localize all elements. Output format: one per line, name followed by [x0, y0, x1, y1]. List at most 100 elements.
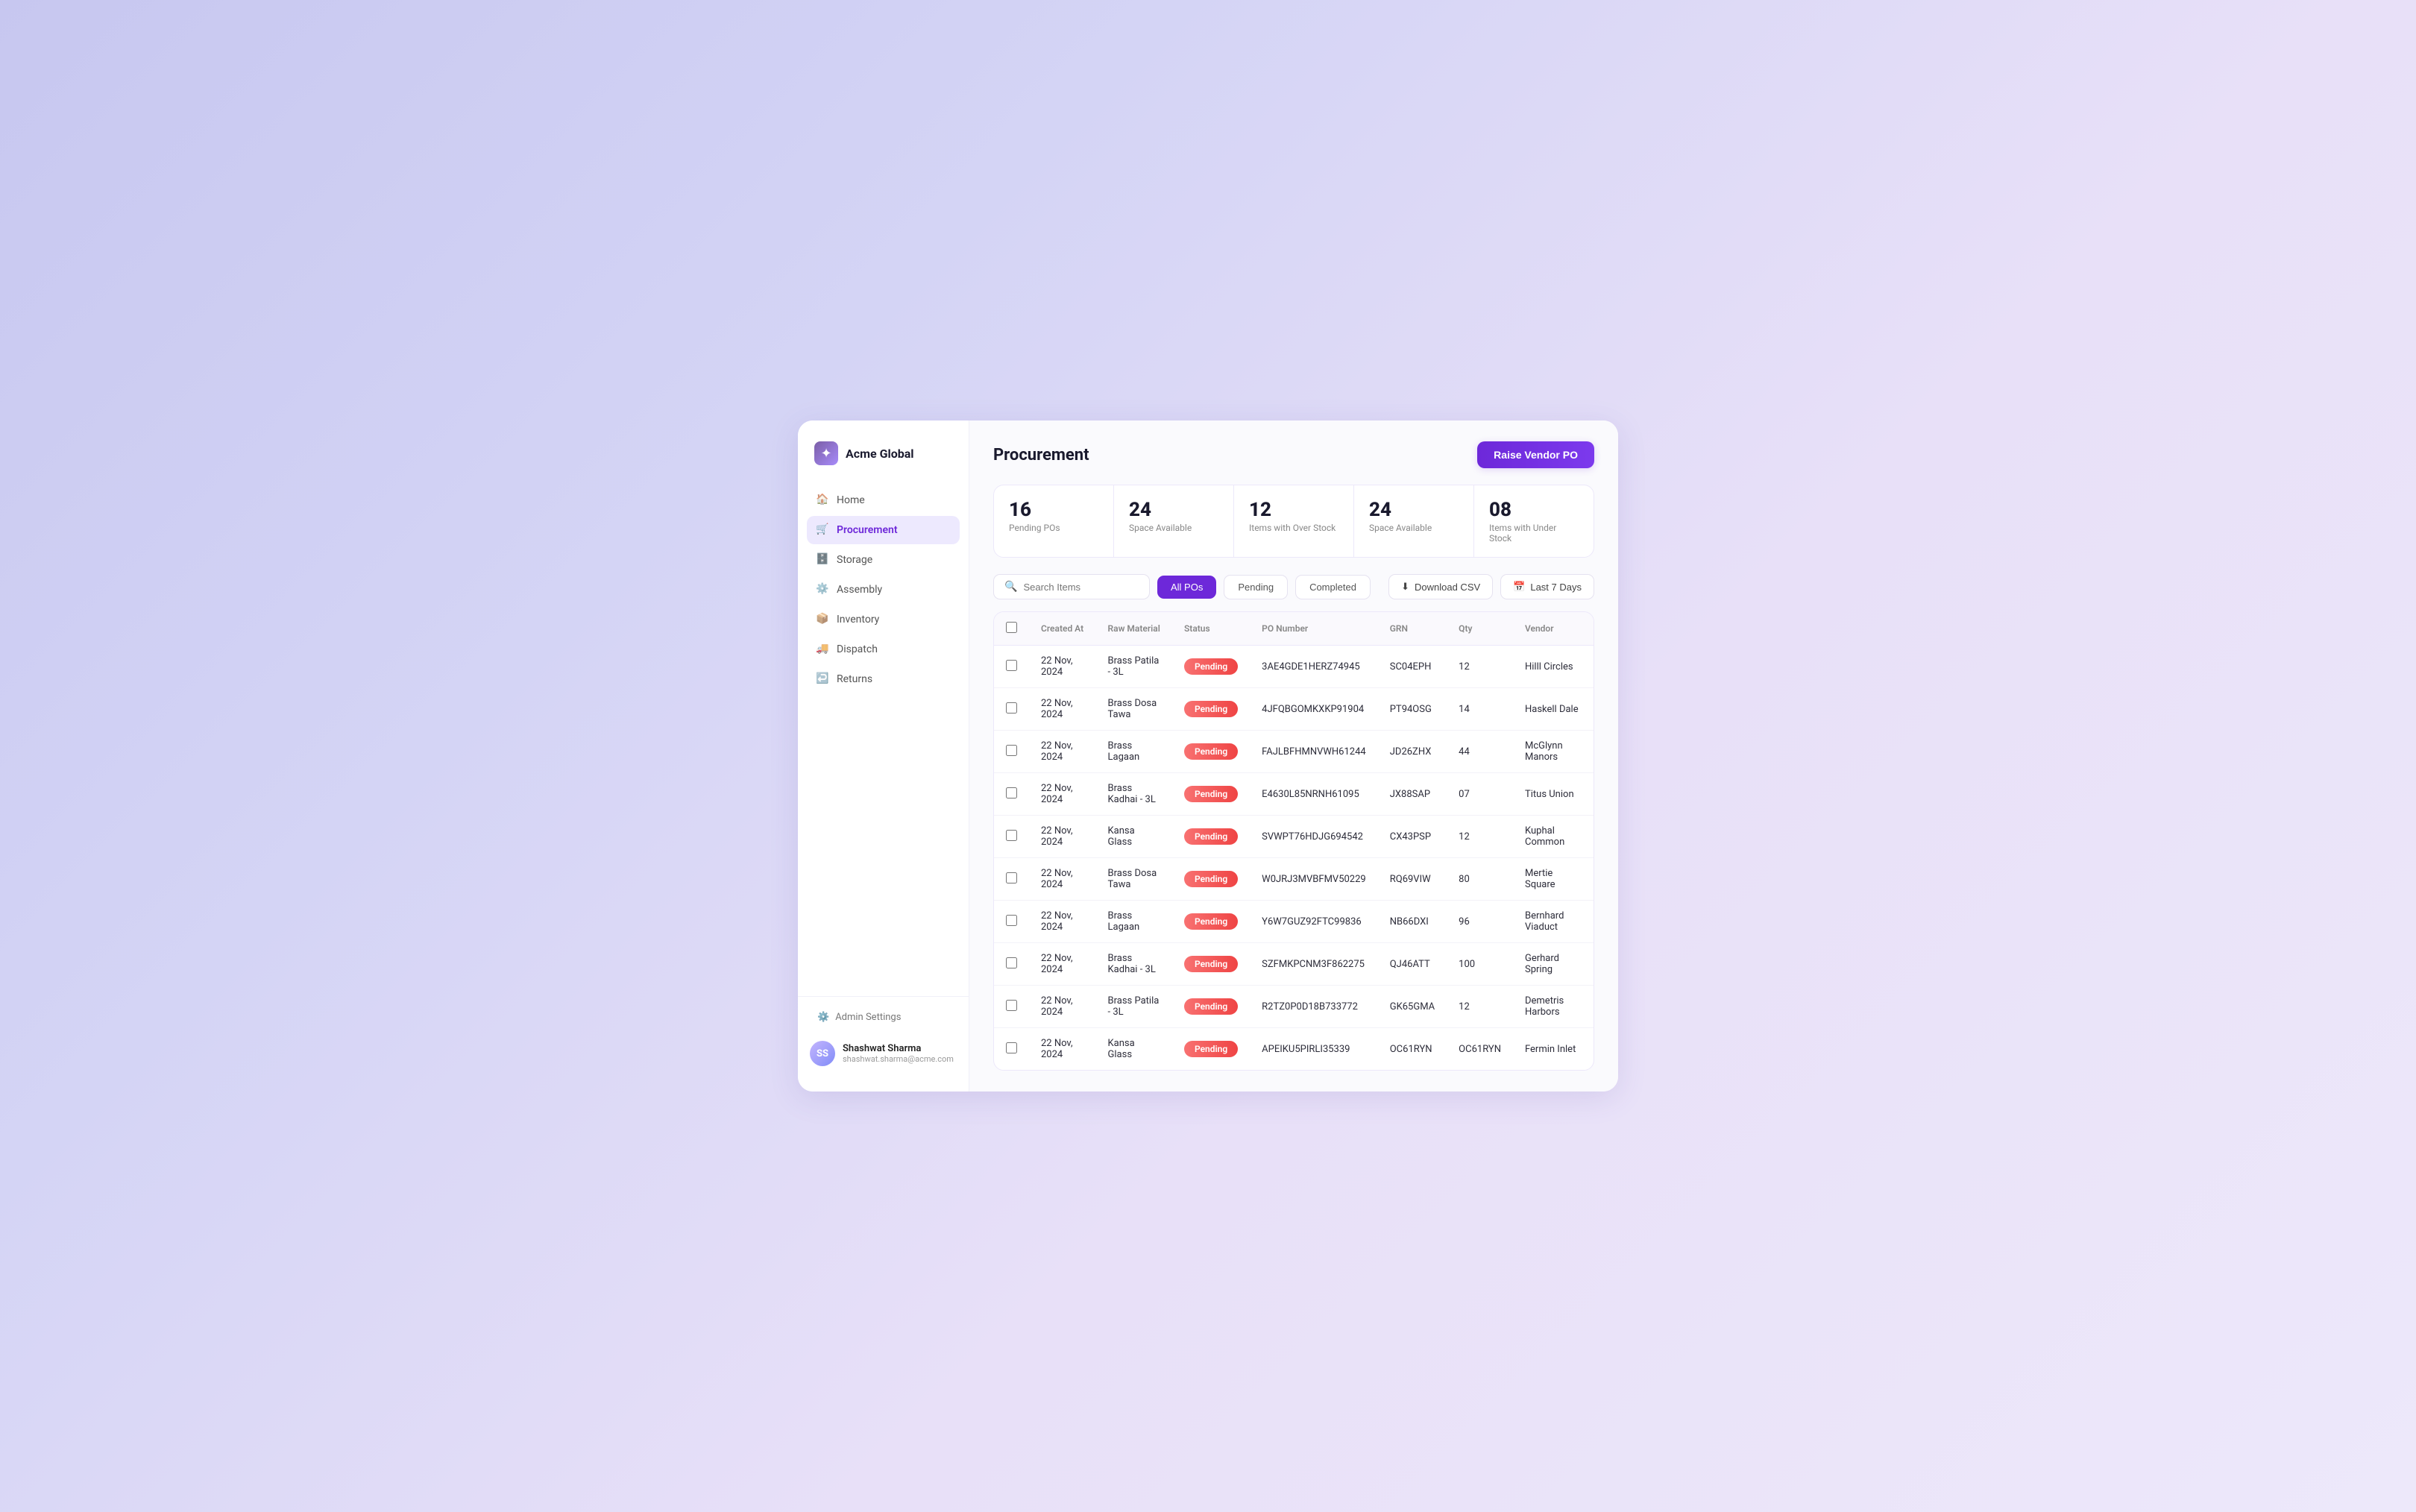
assembly-icon: ⚙️ [816, 583, 829, 596]
stat-card: 24 Space Available [1114, 485, 1234, 557]
table-row: 22 Nov, 2024 Brass Lagaan Pending Y6W7GU… [994, 901, 1594, 943]
sidebar: ✦ Acme Global 🏠 Home🛒 Procurement🗄️ Stor… [798, 420, 969, 1092]
row-checkbox[interactable] [1006, 1042, 1017, 1053]
cell-grn: OC61RYN [1378, 1028, 1447, 1071]
stat-number: 24 [1129, 499, 1218, 521]
cell-qty: OC61RYN [1447, 1028, 1513, 1071]
search-input[interactable] [1023, 582, 1139, 593]
cell-qty: 96 [1447, 901, 1513, 943]
stat-number: 12 [1249, 499, 1338, 521]
stat-card: 24 Space Available [1354, 485, 1474, 557]
status-badge: Pending [1184, 956, 1238, 972]
row-checkbox[interactable] [1006, 830, 1017, 841]
table-row: 22 Nov, 2024 Kansa Glass Pending SVWPT76… [994, 816, 1594, 858]
col-status: Status [1172, 612, 1250, 646]
filter-all-pos-button[interactable]: All POs [1157, 576, 1216, 599]
cell-qty: 07 [1447, 773, 1513, 816]
cell-qty: 44 [1447, 731, 1513, 773]
sidebar-item-dispatch[interactable]: 🚚 Dispatch [807, 635, 960, 664]
sidebar-item-assembly[interactable]: ⚙️ Assembly [807, 576, 960, 604]
download-csv-button[interactable]: ⬇ Download CSV [1388, 574, 1493, 599]
stat-label: Space Available [1129, 523, 1218, 533]
sidebar-item-label: Storage [837, 554, 872, 566]
cell-qty: 80 [1447, 858, 1513, 901]
cell-vendor: Demetris Harbors [1513, 986, 1594, 1028]
cell-status: Pending [1172, 1028, 1250, 1071]
cell-qty: 12 [1447, 816, 1513, 858]
status-badge: Pending [1184, 998, 1238, 1015]
status-badge: Pending [1184, 743, 1238, 760]
home-icon: 🏠 [816, 494, 829, 507]
cell-qty: 14 [1447, 688, 1513, 731]
sidebar-item-procurement[interactable]: 🛒 Procurement [807, 516, 960, 544]
cell-grn: PT94OSG [1378, 688, 1447, 731]
cell-grn: GK65GMA [1378, 986, 1447, 1028]
cell-vendor: Hilll Circles [1513, 646, 1594, 688]
page-title: Procurement [993, 446, 1089, 464]
cell-vendor: Kuphal Common [1513, 816, 1594, 858]
cell-vendor: McGlynn Manors [1513, 731, 1594, 773]
cell-po-number: FAJLBFHMNVWH61244 [1250, 731, 1378, 773]
cell-po-number: 3AE4GDE1HERZ74945 [1250, 646, 1378, 688]
row-checkbox[interactable] [1006, 915, 1017, 926]
table-row: 22 Nov, 2024 Brass Patila - 3L Pending R… [994, 986, 1594, 1028]
cell-vendor: Gerhard Spring [1513, 943, 1594, 986]
filter-pending-button[interactable]: Pending [1224, 575, 1288, 599]
stat-card: 08 Items with Under Stock [1474, 485, 1594, 557]
cell-vendor: Haskell Dale [1513, 688, 1594, 731]
col-grn: GRN [1378, 612, 1447, 646]
admin-settings-item[interactable]: ⚙️ Admin Settings [810, 1006, 957, 1029]
cell-grn: JX88SAP [1378, 773, 1447, 816]
stat-number: 08 [1489, 499, 1579, 521]
user-email: shashwat.sharma@acme.com [843, 1054, 954, 1064]
cell-qty: 100 [1447, 943, 1513, 986]
cell-created-at: 22 Nov, 2024 [1029, 731, 1096, 773]
select-all-checkbox[interactable] [1006, 622, 1017, 633]
calendar-icon: 📅 [1513, 581, 1525, 593]
sidebar-item-returns[interactable]: ↩️ Returns [807, 665, 960, 693]
admin-settings-label: Admin Settings [835, 1012, 901, 1023]
cell-grn: NB66DXI [1378, 901, 1447, 943]
row-checkbox[interactable] [1006, 872, 1017, 883]
row-checkbox[interactable] [1006, 702, 1017, 714]
sidebar-item-storage[interactable]: 🗄️ Storage [807, 546, 960, 574]
status-badge: Pending [1184, 828, 1238, 845]
cell-raw-material: Brass Dosa Tawa [1096, 688, 1172, 731]
cell-vendor: Titus Union [1513, 773, 1594, 816]
cell-po-number: W0JRJ3MVBFMV50229 [1250, 858, 1378, 901]
sidebar-item-inventory[interactable]: 📦 Inventory [807, 605, 960, 634]
download-csv-label: Download CSV [1415, 582, 1480, 593]
row-checkbox[interactable] [1006, 1000, 1017, 1011]
status-badge: Pending [1184, 658, 1238, 675]
sidebar-item-label: Inventory [837, 614, 879, 626]
sidebar-item-label: Returns [837, 673, 872, 685]
sidebar-item-home[interactable]: 🏠 Home [807, 486, 960, 514]
sidebar-item-label: Home [837, 494, 865, 506]
cell-created-at: 22 Nov, 2024 [1029, 646, 1096, 688]
app-name: Acme Global [846, 447, 914, 461]
cell-status: Pending [1172, 688, 1250, 731]
inventory-icon: 📦 [816, 613, 829, 626]
row-checkbox[interactable] [1006, 787, 1017, 798]
cell-raw-material: Brass Patila - 3L [1096, 646, 1172, 688]
cell-status: Pending [1172, 901, 1250, 943]
cell-created-at: 22 Nov, 2024 [1029, 1028, 1096, 1071]
cell-po-number: E4630L85NRNH61095 [1250, 773, 1378, 816]
cell-raw-material: Kansa Glass [1096, 1028, 1172, 1071]
cell-po-number: Y6W7GUZ92FTC99836 [1250, 901, 1378, 943]
row-checkbox[interactable] [1006, 745, 1017, 756]
row-checkbox[interactable] [1006, 957, 1017, 968]
stats-row: 16 Pending POs24 Space Available12 Items… [993, 485, 1594, 558]
search-icon: 🔍 [1004, 581, 1017, 593]
cell-grn: QJ46ATT [1378, 943, 1447, 986]
raise-vendor-po-button[interactable]: Raise Vendor PO [1477, 441, 1594, 468]
date-filter-button[interactable]: 📅 Last 7 Days [1500, 574, 1594, 599]
stat-label: Items with Under Stock [1489, 523, 1579, 544]
row-checkbox[interactable] [1006, 660, 1017, 671]
download-icon: ⬇ [1401, 581, 1409, 593]
toolbar: 🔍 All POs Pending Completed ⬇ Download C… [993, 574, 1594, 599]
table-header: Created At Raw Material Status PO Number… [994, 612, 1594, 646]
cell-po-number: 4JFQBGOMKXKP91904 [1250, 688, 1378, 731]
cell-status: Pending [1172, 816, 1250, 858]
filter-completed-button[interactable]: Completed [1295, 575, 1371, 599]
